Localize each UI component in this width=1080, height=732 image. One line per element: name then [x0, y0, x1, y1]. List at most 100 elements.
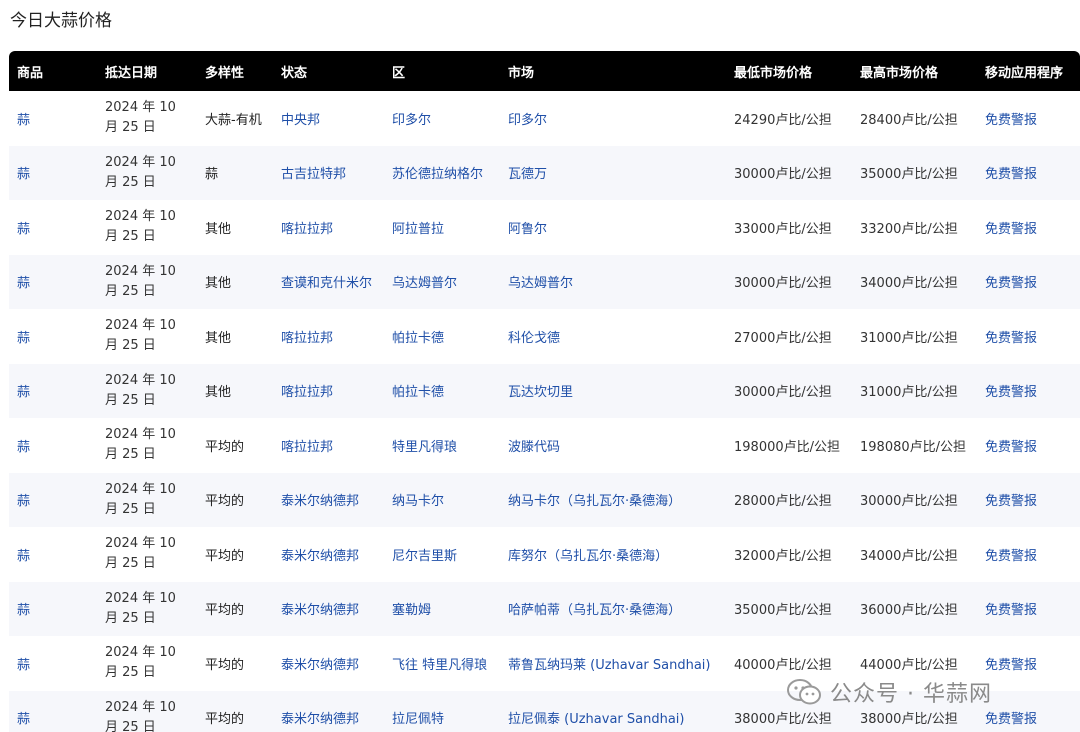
cell-variety: 平均的	[205, 548, 245, 564]
cell-district[interactable]: 特里凡得琅	[384, 418, 500, 473]
cell-arrival-date: 2024 年 10 月 25 日	[105, 645, 176, 681]
cell-alert-link[interactable]: 免费警报	[977, 527, 1080, 582]
cell-alert-link[interactable]: 免费警报	[977, 418, 1080, 473]
cell-max-price: 28400卢比/公担	[860, 112, 958, 128]
cell-district[interactable]: 飞往 特里凡得琅	[384, 636, 500, 691]
cell-state[interactable]: 泰米尔纳德邦	[273, 582, 384, 637]
cell-min-price: 30000卢比/公担	[734, 167, 832, 183]
cell-arrival-date: 2024 年 10 月 25 日	[105, 590, 176, 626]
cell-state[interactable]: 喀拉拉邦	[273, 200, 384, 255]
cell-district[interactable]: 纳马卡尔	[384, 473, 500, 528]
cell-commodity[interactable]: 蒜	[9, 309, 97, 364]
cell-min-price: 35000卢比/公担	[734, 603, 832, 619]
cell-min-price: 28000卢比/公担	[734, 494, 832, 510]
watermark-text: 公众号 · 华蒜网	[830, 682, 992, 707]
cell-alert-link[interactable]: 免费警报	[977, 146, 1080, 201]
cell-max-price: 36000卢比/公担	[860, 603, 958, 619]
header-arrival-date[interactable]: 抵达日期	[97, 51, 197, 91]
cell-state[interactable]: 泰米尔纳德邦	[273, 527, 384, 582]
cell-commodity[interactable]: 蒜	[9, 91, 97, 146]
cell-district[interactable]: 印多尔	[384, 91, 500, 146]
cell-district[interactable]: 拉尼佩特	[384, 691, 500, 732]
cell-market[interactable]: 哈萨帕蒂（乌扎瓦尔·桑德海）	[500, 582, 726, 637]
price-table: 商品 抵达日期 多样性 状态 区 市场 最低市场价格 最高市场价格 移动应用程序…	[9, 51, 1080, 732]
cell-commodity[interactable]: 蒜	[9, 364, 97, 419]
table-body: 蒜 2024 年 10 月 25 日大蒜-有机 中央邦 印多尔 印多尔 24290卢比/公…	[9, 91, 1080, 732]
cell-market[interactable]: 阿鲁尔	[500, 200, 726, 255]
cell-alert-link[interactable]: 免费警报	[977, 91, 1080, 146]
cell-district[interactable]: 帕拉卡德	[384, 309, 500, 364]
cell-district[interactable]: 塞勒姆	[384, 582, 500, 637]
header-market[interactable]: 市场	[500, 51, 726, 91]
cell-district[interactable]: 尼尔吉里斯	[384, 527, 500, 582]
cell-commodity[interactable]: 蒜	[9, 200, 97, 255]
cell-variety: 其他	[205, 330, 232, 346]
cell-state[interactable]: 泰米尔纳德邦	[273, 636, 384, 691]
cell-commodity[interactable]: 蒜	[9, 418, 97, 473]
header-max-price[interactable]: 最高市场价格	[852, 51, 977, 91]
cell-variety: 平均的	[205, 657, 245, 673]
cell-commodity[interactable]: 蒜	[9, 255, 97, 310]
cell-district[interactable]: 帕拉卡德	[384, 364, 500, 419]
table-row: 蒜 2024 年 10 月 25 日 其他 喀拉拉邦 帕拉卡德 科伦戈德 27000卢比/公…	[9, 309, 1080, 364]
cell-district[interactable]: 乌达姆普尔	[384, 255, 500, 310]
cell-state[interactable]: 泰米尔纳德邦	[273, 473, 384, 528]
cell-alert-link[interactable]: 免费警报	[977, 582, 1080, 637]
header-min-price[interactable]: 最低市场价格	[726, 51, 852, 91]
cell-market[interactable]: 拉尼佩泰 (Uzhavar Sandhai)	[500, 691, 726, 732]
cell-state[interactable]: 古吉拉特邦	[273, 146, 384, 201]
header-state[interactable]: 状态	[273, 51, 384, 91]
cell-max-price: 35000卢比/公担	[860, 167, 958, 183]
cell-variety: 平均的	[205, 712, 245, 728]
cell-commodity[interactable]: 蒜	[9, 582, 97, 637]
cell-market[interactable]: 蒂鲁瓦纳玛莱 (Uzhavar Sandhai)	[500, 636, 726, 691]
cell-state[interactable]: 泰米尔纳德邦	[273, 691, 384, 732]
cell-market[interactable]: 科伦戈德	[500, 309, 726, 364]
cell-alert-link[interactable]: 免费警报	[977, 200, 1080, 255]
cell-alert-link[interactable]: 免费警报	[977, 473, 1080, 528]
cell-alert-link[interactable]: 免费警报	[977, 309, 1080, 364]
cell-market[interactable]: 印多尔	[500, 91, 726, 146]
cell-arrival-date: 2024 年 10 月 25 日	[105, 427, 176, 463]
cell-state[interactable]: 喀拉拉邦	[273, 364, 384, 419]
header-variety[interactable]: 多样性	[197, 51, 273, 91]
cell-alert-link[interactable]: 免费警报	[977, 255, 1080, 310]
cell-district[interactable]: 苏伦德拉纳格尔	[384, 146, 500, 201]
cell-state[interactable]: 喀拉拉邦	[273, 418, 384, 473]
cell-commodity[interactable]: 蒜	[9, 691, 97, 732]
header-district[interactable]: 区	[384, 51, 500, 91]
table-row: 蒜 2024 年 10 月 25 日蒜古吉拉特邦 苏伦德拉纳格尔 瓦德万 30000卢比…	[9, 145, 1080, 201]
table-row: 蒜 2024 年 10 月 25 日 平均的 泰米尔纳德邦 塞勒姆 哈萨帕蒂（乌扎瓦尔·桑…	[9, 581, 1080, 637]
cell-min-price: 33000卢比/公担	[734, 221, 832, 237]
cell-alert-link[interactable]: 免费警报	[977, 636, 1080, 691]
cell-arrival-date: 2024 年 10 月 25 日	[105, 263, 176, 299]
cell-market[interactable]: 瓦达坎切里	[500, 364, 726, 419]
cell-min-price: 32000卢比/公担	[734, 548, 832, 564]
cell-market[interactable]: 库努尔（乌扎瓦尔·桑德海）	[500, 527, 726, 582]
cell-commodity[interactable]: 蒜	[9, 473, 97, 528]
cell-min-price: 30000卢比/公担	[734, 276, 832, 292]
cell-arrival-date: 2024 年 10 月 25 日	[105, 481, 176, 517]
cell-alert-link[interactable]: 免费警报	[977, 364, 1080, 419]
cell-max-price: 31000卢比/公担	[860, 330, 958, 346]
cell-commodity[interactable]: 蒜	[9, 636, 97, 691]
cell-max-price: 30000卢比/公担	[860, 494, 958, 510]
cell-district[interactable]: 阿拉普拉	[384, 200, 500, 255]
cell-alert-link[interactable]: 免费警报	[977, 691, 1080, 732]
header-commodity[interactable]: 商品	[9, 51, 97, 91]
cell-min-price: 24290卢比/公担	[734, 112, 832, 128]
cell-state[interactable]: 喀拉拉邦	[273, 309, 384, 364]
cell-market[interactable]: 纳马卡尔（乌扎瓦尔·桑德海）	[500, 473, 726, 528]
cell-state[interactable]: 中央邦	[273, 91, 384, 146]
cell-market[interactable]: 乌达姆普尔	[500, 255, 726, 310]
table-header: 商品 抵达日期 多样性 状态 区 市场 最低市场价格 最高市场价格 移动应用程序	[9, 51, 1080, 91]
cell-commodity[interactable]: 蒜	[9, 527, 97, 582]
cell-commodity[interactable]: 蒜	[9, 146, 97, 201]
header-mobile-app[interactable]: 移动应用程序	[977, 51, 1080, 91]
cell-state[interactable]: 查谟和克什米尔	[273, 255, 384, 310]
cell-market[interactable]: 瓦德万	[500, 146, 726, 201]
page-title: 今日大蒜价格	[10, 11, 112, 31]
cell-max-price: 33200卢比/公担	[860, 221, 958, 237]
cell-market[interactable]: 波滕代码	[500, 418, 726, 473]
cell-arrival-date: 2024 年 10 月 25 日	[105, 154, 176, 190]
